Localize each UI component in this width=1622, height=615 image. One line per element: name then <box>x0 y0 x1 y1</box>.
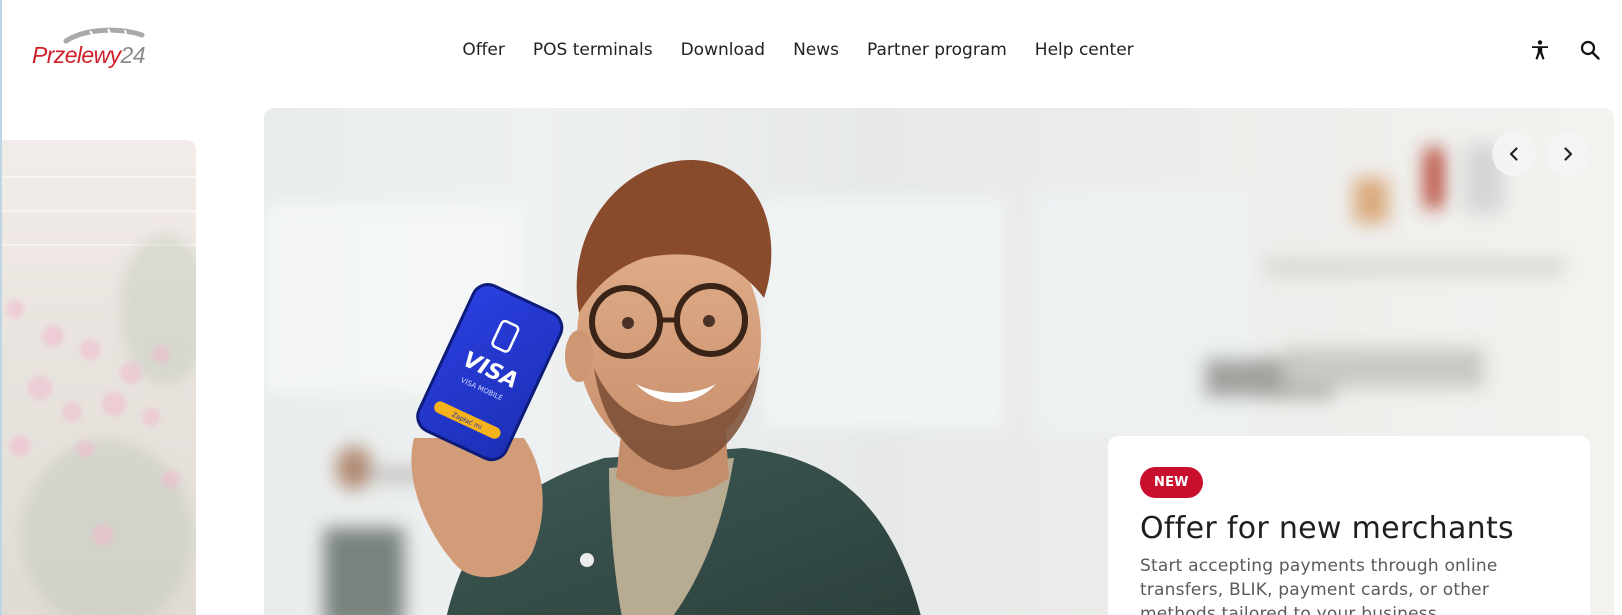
main-nav: Offer POS terminals Download News Partne… <box>0 38 1622 62</box>
chevron-right-icon <box>1564 147 1573 161</box>
nav-item-news[interactable]: News <box>793 38 839 62</box>
site-header: Przelewy24 Offer POS terminals Download … <box>0 0 1622 100</box>
carousel-prev-button[interactable] <box>1492 132 1536 176</box>
offer-card-description: Start accepting payments through online … <box>1140 556 1498 615</box>
nav-item-download[interactable]: Download <box>681 38 766 62</box>
new-badge: NEW <box>1140 467 1203 498</box>
accessibility-icon[interactable] <box>1528 38 1552 62</box>
nav-item-help-center[interactable]: Help center <box>1035 38 1134 62</box>
nav-item-pos-terminals[interactable]: POS terminals <box>533 38 653 62</box>
page: Przelewy24 Offer POS terminals Download … <box>0 0 1622 615</box>
search-icon[interactable] <box>1578 38 1602 62</box>
offer-card-title: Offer for new merchants <box>1140 511 1514 546</box>
nav-item-offer[interactable]: Offer <box>462 38 505 62</box>
offer-card[interactable]: NEW Offer for new merchants Start accept… <box>1108 436 1590 615</box>
slide-fade-overlay <box>2 140 196 615</box>
previous-slide-image[interactable] <box>2 140 196 615</box>
chevron-left-icon <box>1509 147 1518 161</box>
carousel-next-button[interactable] <box>1546 132 1590 176</box>
nav-item-partner-program[interactable]: Partner program <box>867 38 1007 62</box>
